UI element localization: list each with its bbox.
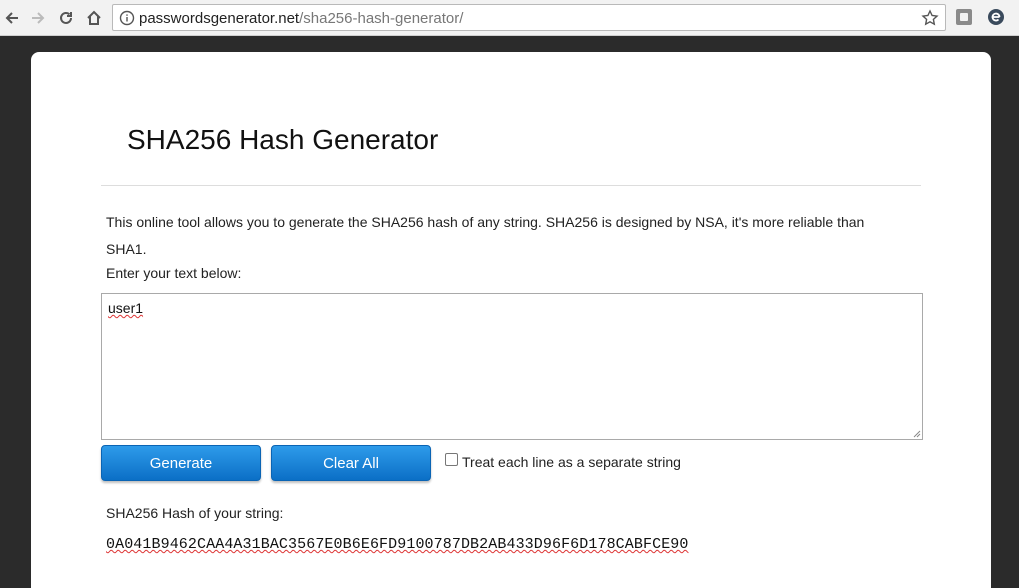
reload-icon[interactable] xyxy=(54,6,78,30)
resize-grip-icon[interactable] xyxy=(911,428,921,438)
tool-description: This online tool allows you to generate … xyxy=(106,214,865,257)
hash-output: 0A041B9462CAA4A31BAC3567E0B6E6FD9100787D… xyxy=(106,536,689,553)
text-input-area[interactable]: user1 xyxy=(101,293,923,440)
clear-all-button[interactable]: Clear All xyxy=(271,445,431,481)
forward-arrow-icon[interactable] xyxy=(26,6,50,30)
url-text[interactable]: passwordsgenerator.net/sha256-hash-gener… xyxy=(139,10,463,27)
address-bar[interactable]: passwordsgenerator.net/sha256-hash-gener… xyxy=(112,4,946,31)
url-path: /sha256-hash-generator/ xyxy=(299,10,464,27)
text-input-value: user1 xyxy=(108,300,144,316)
browser-toolbar: passwordsgenerator.net/sha256-hash-gener… xyxy=(0,0,1019,36)
star-icon[interactable] xyxy=(921,9,939,27)
separate-lines-checkbox[interactable] xyxy=(445,452,458,466)
separate-lines-label: Treat each line as a separate string xyxy=(462,454,681,470)
content-card: SHA256 Hash Generator This online tool a… xyxy=(31,52,991,588)
input-prompt-label: Enter your text below: xyxy=(106,265,242,281)
title-divider xyxy=(101,185,921,186)
page-title: SHA256 Hash Generator xyxy=(127,124,439,155)
info-icon[interactable] xyxy=(119,10,135,26)
back-arrow-icon[interactable] xyxy=(0,6,24,30)
result-label: SHA256 Hash of your string: xyxy=(106,505,284,521)
home-icon[interactable] xyxy=(82,6,106,30)
extension-badge-icon[interactable] xyxy=(987,8,1005,26)
separate-lines-option[interactable]: Treat each line as a separate string xyxy=(445,452,681,470)
url-host: passwordsgenerator.net xyxy=(139,10,300,27)
generate-button[interactable]: Generate xyxy=(101,445,261,481)
extension-icon[interactable] xyxy=(955,8,973,26)
